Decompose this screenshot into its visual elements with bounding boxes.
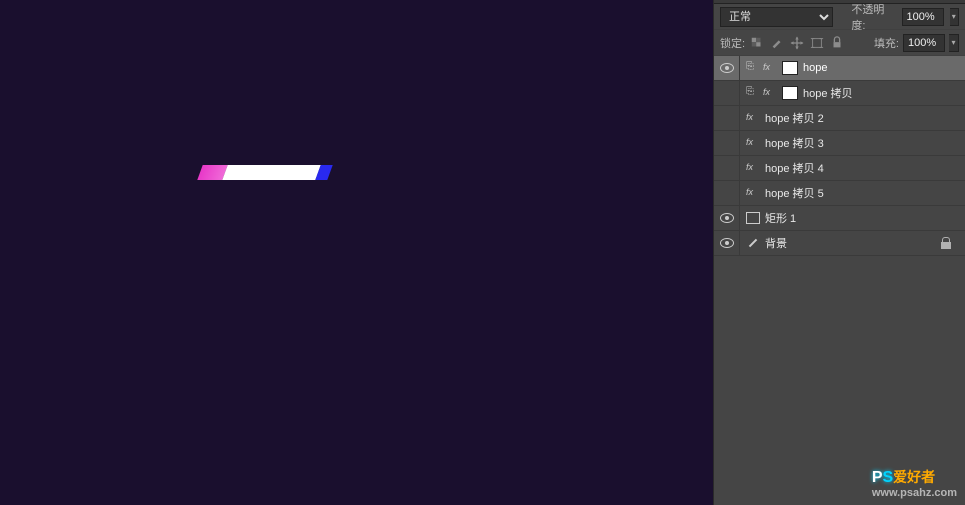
link-icon: ⎘ (746, 86, 758, 100)
opacity-label: 不透明度: (851, 1, 895, 33)
layer-name: hope 拷贝 5 (765, 185, 824, 201)
layer-name: hope 拷贝 (803, 85, 853, 101)
visibility-toggle[interactable] (714, 156, 740, 180)
lock-transparent-icon[interactable] (749, 35, 765, 51)
lock-position-icon[interactable] (789, 35, 805, 51)
blend-mode-select[interactable]: 正常 (720, 7, 833, 27)
layer-name: hope 拷贝 3 (765, 135, 824, 151)
visibility-toggle[interactable] (714, 231, 740, 255)
visibility-toggle[interactable] (714, 206, 740, 230)
visibility-toggle[interactable] (714, 106, 740, 130)
shape-icon (746, 212, 760, 224)
fx-icon (763, 61, 777, 75)
layer-row[interactable]: hope 拷贝 2 (714, 106, 965, 131)
visibility-toggle[interactable] (714, 81, 740, 105)
watermark: PS爱好者 www.psahz.com (872, 467, 957, 499)
opacity-value[interactable]: 100% (902, 8, 944, 26)
canvas-graphic (197, 165, 332, 180)
layer-name: 背景 (765, 235, 787, 251)
canvas-area[interactable] (0, 0, 713, 505)
fill-chevron-icon[interactable]: ▾ (949, 34, 959, 52)
fx-icon (763, 86, 777, 100)
brush-icon (746, 236, 760, 250)
fx-icon (746, 161, 760, 175)
layer-row[interactable]: hope 拷贝 3 (714, 131, 965, 156)
lock-paint-icon[interactable] (769, 35, 785, 51)
layer-row[interactable]: ⎘ hope (714, 56, 965, 81)
fx-icon (746, 111, 760, 125)
eye-icon (720, 63, 734, 73)
layer-row[interactable]: hope 拷贝 4 (714, 156, 965, 181)
blend-opacity-row: 正常 不透明度: 100% ▾ (714, 4, 965, 30)
layer-row[interactable]: ⎘ hope 拷贝 (714, 81, 965, 106)
lock-artboard-icon[interactable] (809, 35, 825, 51)
lock-fill-row: 锁定: 填充: 100% ▾ (714, 30, 965, 56)
fx-icon (746, 136, 760, 150)
layer-name: 矩形 1 (765, 210, 796, 226)
opacity-chevron-icon[interactable]: ▾ (950, 8, 959, 26)
fill-label: 填充: (874, 35, 899, 51)
layer-name: hope (803, 62, 827, 74)
lock-label: 锁定: (720, 35, 745, 51)
mask-thumb (782, 61, 798, 75)
lock-all-icon[interactable] (829, 35, 845, 51)
visibility-toggle[interactable] (714, 56, 740, 80)
visibility-toggle[interactable] (714, 181, 740, 205)
fx-icon (746, 186, 760, 200)
layer-name: hope 拷贝 2 (765, 110, 824, 126)
fill-value[interactable]: 100% (903, 34, 945, 52)
mask-thumb (782, 86, 798, 100)
layers-list: ⎘ hope ⎘ hope 拷贝 hope 拷贝 2 (714, 56, 965, 505)
link-icon: ⎘ (746, 61, 758, 75)
layer-row[interactable]: 矩形 1 (714, 206, 965, 231)
layer-row[interactable]: 背景 (714, 231, 965, 256)
visibility-toggle[interactable] (714, 131, 740, 155)
layer-row[interactable]: hope 拷贝 5 (714, 181, 965, 206)
eye-icon (720, 238, 734, 248)
layers-panel: 正常 不透明度: 100% ▾ 锁定: 填充: 100% ▾ ⎘ hope (713, 0, 965, 505)
lock-icon (941, 237, 951, 249)
layer-name: hope 拷贝 4 (765, 160, 824, 176)
eye-icon (720, 213, 734, 223)
